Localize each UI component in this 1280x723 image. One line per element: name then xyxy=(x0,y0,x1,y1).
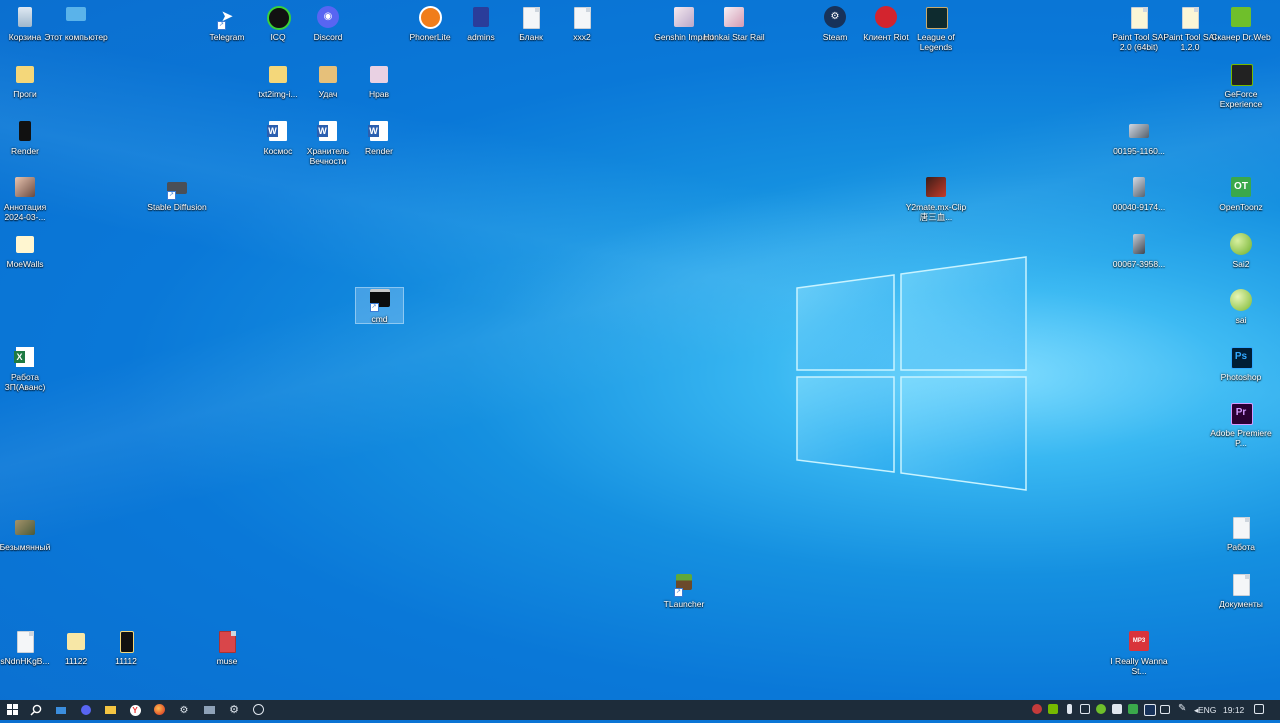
desktop-icon-lol[interactable]: League of Legends xyxy=(904,6,968,52)
honkai-icon xyxy=(724,7,744,27)
desktop-icon-stable-diffusion[interactable]: ↗ Stable Diffusion xyxy=(145,176,209,212)
file-icon xyxy=(1233,574,1250,596)
computer-icon xyxy=(66,7,86,21)
tray-app-icon[interactable] xyxy=(1128,704,1138,714)
language-indicator[interactable]: ENG xyxy=(1198,700,1216,720)
obs-icon[interactable] xyxy=(246,700,270,720)
light-beam xyxy=(0,0,1280,720)
folder-icon xyxy=(16,236,34,253)
word-doc-icon xyxy=(368,121,388,141)
desktop-icon-bezymyanny[interactable]: Безымянный xyxy=(0,516,57,552)
desktop-icon-premiere[interactable]: Pr Adobe Premiere P... xyxy=(1209,402,1273,448)
word-doc-icon xyxy=(317,121,337,141)
folder-icon xyxy=(319,66,337,83)
desktop-icon-00067[interactable]: 00067-3958... xyxy=(1107,233,1171,269)
settings-icon[interactable]: ⚙ xyxy=(222,700,246,720)
tray-app-icon[interactable] xyxy=(1080,704,1090,714)
desktop-icon-annotation[interactable]: Аннотация 2024-03-... xyxy=(0,176,57,222)
app-icon[interactable] xyxy=(197,700,221,720)
desktop-icon-geforce[interactable]: GeForce Experience xyxy=(1209,63,1273,109)
icq-icon xyxy=(267,6,291,30)
tray-antivirus-icon[interactable] xyxy=(1032,704,1042,714)
file-icon xyxy=(523,7,540,29)
file-explorer-icon[interactable] xyxy=(98,700,122,720)
desktop-icon-drweb[interactable]: Сканер Dr.Web xyxy=(1209,6,1273,42)
discord-icon[interactable] xyxy=(74,700,98,720)
yandex-browser-icon[interactable]: Y xyxy=(123,700,147,720)
desktop-icon-00195[interactable]: 00195-1160... xyxy=(1107,120,1171,156)
light-beam xyxy=(0,0,1280,720)
desktop-icon-tlauncher[interactable]: ↗ TLauncher xyxy=(652,573,716,609)
task-view-icon[interactable] xyxy=(49,700,73,720)
tray-drweb-icon[interactable] xyxy=(1096,704,1106,714)
image-icon xyxy=(1133,177,1145,197)
desktop-icon-rabota-zp[interactable]: Работа ЗП(Аванс) xyxy=(0,346,57,392)
clock[interactable]: 19:12 xyxy=(1223,700,1244,720)
tray-pen-icon[interactable]: ✎ xyxy=(1178,704,1188,714)
genshin-icon xyxy=(674,7,694,27)
desktop-icon-mp3[interactable]: MP3 I Really Wanna St... xyxy=(1107,630,1171,676)
sai-icon xyxy=(1230,233,1252,255)
desktop-icon-cmd[interactable]: ↗ cmd xyxy=(355,287,404,324)
video-icon xyxy=(926,177,946,197)
folder-icon xyxy=(67,633,85,650)
file-icon xyxy=(1131,7,1148,29)
file-icon xyxy=(219,631,236,653)
desktop-icon-moewalls[interactable]: MoeWalls xyxy=(0,233,57,269)
file-icon xyxy=(1233,517,1250,539)
file-icon xyxy=(574,7,591,29)
desktop-icon-muse[interactable]: muse xyxy=(195,630,259,666)
admins-icon xyxy=(473,7,489,27)
desktop-icon-rabota[interactable]: Работа xyxy=(1209,516,1273,552)
search-icon[interactable] xyxy=(24,700,48,720)
riot-icon xyxy=(875,6,897,28)
image-icon xyxy=(1129,124,1149,138)
excel-doc-icon xyxy=(14,347,34,367)
windows-start-icon[interactable] xyxy=(0,700,24,720)
desktop-icon-computer[interactable]: Этот компьютер xyxy=(44,6,108,42)
desktop-icon-photoshop[interactable]: Ps Photoshop xyxy=(1209,346,1273,382)
file-icon xyxy=(17,631,34,653)
desktop-icon-opentoonz[interactable]: OT OpenToonz xyxy=(1209,176,1273,212)
word-doc-icon xyxy=(267,121,287,141)
sai-icon xyxy=(1230,289,1252,311)
windows-logo-wallpaper xyxy=(796,256,1027,491)
desktop-icon-dokumenty[interactable]: Документы xyxy=(1209,573,1273,609)
geforce-icon xyxy=(1231,64,1253,86)
firefox-icon[interactable] xyxy=(147,700,171,720)
folder-icon xyxy=(16,66,34,83)
desktop-icon-sai[interactable]: sai xyxy=(1209,289,1273,325)
desktop-icon-render-doc[interactable]: Render xyxy=(347,120,411,156)
desktop-icon-honkai[interactable]: Honkai Star Rail xyxy=(702,6,766,42)
file-icon xyxy=(1182,7,1199,29)
desktop-icon-nrav[interactable]: Нрав xyxy=(347,63,411,99)
desktop-icon-progi[interactable]: Проги xyxy=(0,63,57,99)
drweb-icon xyxy=(1231,7,1251,27)
image-icon xyxy=(15,520,35,535)
desktop-icon-11112[interactable]: 11112 xyxy=(94,630,158,666)
lol-icon xyxy=(926,7,948,29)
tray-microphone-icon[interactable] xyxy=(1067,704,1072,714)
taskbar: Y ⚙ ⚙ ✎ ◂ ENG 19:12 xyxy=(0,700,1280,720)
tray-app-icon[interactable] xyxy=(1112,704,1122,714)
desktop-icon-xxx2[interactable]: xxx2 xyxy=(550,6,614,42)
steam-icon[interactable]: ⚙ xyxy=(172,700,196,720)
tray-network-icon[interactable] xyxy=(1160,705,1170,714)
folder-icon xyxy=(269,66,287,83)
tray-steam-icon[interactable] xyxy=(1144,704,1156,716)
desktop-icon-y2mate[interactable]: Y2mate.mx-Clip 唐三血... xyxy=(904,176,968,222)
render-icon xyxy=(19,121,31,141)
desktop-icon-sai2[interactable]: Sai2 xyxy=(1209,233,1273,269)
image-icon xyxy=(15,177,35,197)
phonerlite-icon xyxy=(419,6,442,29)
image-icon xyxy=(1133,234,1145,254)
notification-icon[interactable] xyxy=(1254,704,1264,714)
desktop-icon-00040[interactable]: 00040-9174... xyxy=(1107,176,1171,212)
tray-nvidia-icon[interactable] xyxy=(1048,704,1058,714)
desktop-icon-render[interactable]: Render xyxy=(0,120,57,156)
render-icon xyxy=(120,631,134,653)
folder-icon xyxy=(370,66,388,83)
desktop-icon-discord[interactable]: ◉ Discord xyxy=(296,6,360,42)
